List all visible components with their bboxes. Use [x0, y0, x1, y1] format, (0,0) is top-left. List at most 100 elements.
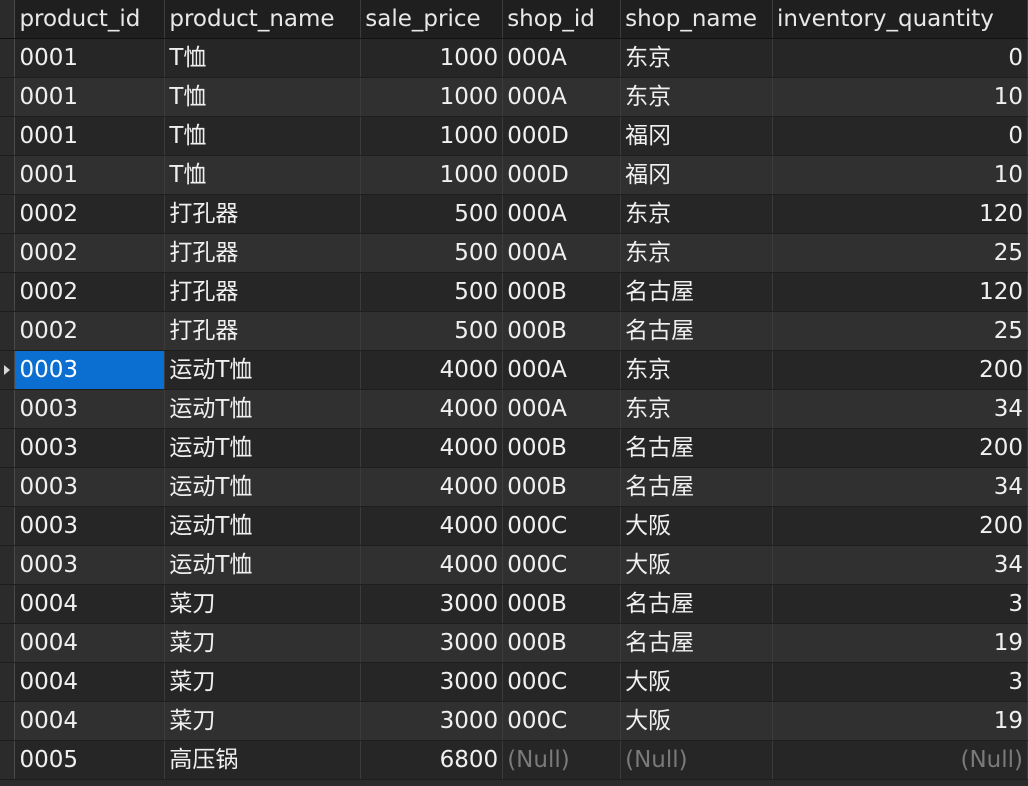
cell-product-name[interactable]: 运动T恤	[164, 428, 362, 468]
table-row[interactable]: 0002 打孔器 500 000B 名古屋 120	[0, 272, 1028, 312]
cell-sale-price[interactable]: 4000	[360, 545, 504, 585]
cell-inventory-quantity[interactable]: 25	[772, 233, 1028, 273]
cell-sale-price[interactable]: 4000	[360, 467, 504, 507]
cell-shop-id[interactable]: 000C	[502, 545, 622, 585]
cell-product-name[interactable]: 菜刀	[164, 623, 362, 663]
cell-sale-price[interactable]: 3000	[360, 623, 504, 663]
cell-product-id[interactable]: 0001	[14, 155, 166, 195]
row-header[interactable]	[0, 701, 16, 741]
cell-shop-id[interactable]: 000C	[502, 701, 622, 741]
cell-product-name[interactable]: 高压锅	[164, 740, 362, 780]
table-row[interactable]: 0002 打孔器 500 000A 东京 120	[0, 194, 1028, 234]
cell-shop-id[interactable]: 000A	[502, 350, 622, 390]
cell-shop-id[interactable]: 000A	[502, 77, 622, 117]
cell-product-name[interactable]: T恤	[164, 116, 362, 156]
cell-shop-name[interactable]: 福冈	[620, 155, 774, 195]
cell-product-name[interactable]: 菜刀	[164, 662, 362, 702]
cell-shop-id[interactable]: 000A	[502, 38, 622, 78]
cell-sale-price[interactable]: 500	[360, 272, 504, 312]
cell-shop-name[interactable]: 东京	[620, 194, 774, 234]
row-header[interactable]	[0, 428, 16, 468]
row-header[interactable]	[0, 467, 16, 507]
cell-product-name[interactable]: T恤	[164, 155, 362, 195]
cell-product-id[interactable]: 0002	[14, 311, 166, 351]
cell-product-name[interactable]: T恤	[164, 77, 362, 117]
cell-shop-id[interactable]: 000A	[502, 233, 622, 273]
row-header[interactable]	[0, 545, 16, 585]
cell-product-id[interactable]: 0004	[14, 584, 166, 624]
cell-shop-name[interactable]: 福冈	[620, 116, 774, 156]
cell-product-id[interactable]: 0001	[14, 77, 166, 117]
row-header[interactable]	[0, 194, 16, 234]
cell-product-id[interactable]: 0004	[14, 662, 166, 702]
row-header[interactable]	[0, 584, 16, 624]
cell-inventory-quantity[interactable]: 200	[772, 350, 1028, 390]
cell-product-name[interactable]: 打孔器	[164, 272, 362, 312]
cell-inventory-quantity[interactable]: 10	[772, 77, 1028, 117]
cell-inventory-quantity[interactable]: 0	[772, 116, 1028, 156]
cell-shop-name[interactable]: 东京	[620, 77, 774, 117]
cell-shop-id[interactable]: 000B	[502, 311, 622, 351]
table-row[interactable]: 0004 菜刀 3000 000C 大阪 19	[0, 701, 1028, 741]
cell-inventory-quantity[interactable]: 3	[772, 584, 1028, 624]
row-header[interactable]	[0, 311, 16, 351]
cell-inventory-quantity[interactable]: 34	[772, 545, 1028, 585]
cell-shop-id[interactable]: 000B	[502, 428, 622, 468]
cell-shop-name[interactable]: 东京	[620, 389, 774, 429]
cell-product-id[interactable]: 0003	[14, 389, 166, 429]
cell-shop-name[interactable]: 大阪	[620, 506, 774, 546]
row-header[interactable]	[0, 77, 16, 117]
cell-product-name[interactable]: 运动T恤	[164, 389, 362, 429]
cell-shop-name[interactable]: 名古屋	[620, 623, 774, 663]
cell-product-id[interactable]: 0003	[14, 506, 166, 546]
cell-product-name[interactable]: 菜刀	[164, 584, 362, 624]
cell-inventory-quantity[interactable]: 3	[772, 662, 1028, 702]
cell-product-id[interactable]: 0005	[14, 740, 166, 780]
cell-sale-price[interactable]: 6800	[360, 740, 504, 780]
cell-shop-name[interactable]: (Null)	[620, 740, 774, 780]
cell-shop-name[interactable]: 大阪	[620, 545, 774, 585]
column-header-shop-id[interactable]: shop_id	[502, 0, 622, 39]
table-row[interactable]: 0002 打孔器 500 000A 东京 25	[0, 233, 1028, 273]
cell-inventory-quantity[interactable]: 19	[772, 701, 1028, 741]
cell-product-id[interactable]: 0004	[14, 701, 166, 741]
cell-shop-id[interactable]: 000D	[502, 155, 622, 195]
cell-sale-price[interactable]: 3000	[360, 584, 504, 624]
cell-shop-id[interactable]: 000B	[502, 272, 622, 312]
cell-shop-id[interactable]: 000B	[502, 467, 622, 507]
cell-shop-id[interactable]: 000C	[502, 662, 622, 702]
table-row[interactable]: 0003 运动T恤 4000 000B 名古屋 34	[0, 467, 1028, 507]
row-header[interactable]	[0, 662, 16, 702]
cell-shop-name[interactable]: 名古屋	[620, 272, 774, 312]
cell-product-id[interactable]: 0003	[14, 545, 166, 585]
table-row[interactable]: 0001 T恤 1000 000D 福冈 10	[0, 155, 1028, 195]
cell-shop-id[interactable]: 000B	[502, 584, 622, 624]
cell-inventory-quantity[interactable]: 0	[772, 38, 1028, 78]
cell-shop-name[interactable]: 大阪	[620, 662, 774, 702]
cell-product-name[interactable]: 运动T恤	[164, 545, 362, 585]
cell-shop-name[interactable]: 名古屋	[620, 428, 774, 468]
cell-sale-price[interactable]: 4000	[360, 506, 504, 546]
cell-sale-price[interactable]: 4000	[360, 350, 504, 390]
table-row[interactable]: 0003 运动T恤 4000 000C 大阪 200	[0, 506, 1028, 546]
row-header[interactable]	[0, 38, 16, 78]
cell-sale-price[interactable]: 1000	[360, 116, 504, 156]
cell-product-id[interactable]: 0003	[14, 467, 166, 507]
cell-shop-name[interactable]: 名古屋	[620, 467, 774, 507]
cell-product-id[interactable]: 0001	[14, 38, 166, 78]
column-header-product-name[interactable]: product_name	[164, 0, 362, 39]
cell-product-id[interactable]: 0002	[14, 194, 166, 234]
table-row[interactable]: 0004 菜刀 3000 000C 大阪 3	[0, 662, 1028, 702]
table-row[interactable]: 0002 打孔器 500 000B 名古屋 25	[0, 311, 1028, 351]
cell-product-id[interactable]: 0001	[14, 116, 166, 156]
cell-product-id[interactable]: 0002	[14, 233, 166, 273]
cell-sale-price[interactable]: 3000	[360, 662, 504, 702]
result-grid[interactable]: product_id product_name sale_price shop_id s…	[0, 0, 1028, 780]
cell-product-name[interactable]: 打孔器	[164, 311, 362, 351]
cell-inventory-quantity[interactable]: 120	[772, 194, 1028, 234]
row-header[interactable]	[0, 506, 16, 546]
table-row[interactable]: 0004 菜刀 3000 000B 名古屋 19	[0, 623, 1028, 663]
cell-sale-price[interactable]: 1000	[360, 38, 504, 78]
cell-inventory-quantity[interactable]: (Null)	[772, 740, 1028, 780]
cell-sale-price[interactable]: 500	[360, 311, 504, 351]
